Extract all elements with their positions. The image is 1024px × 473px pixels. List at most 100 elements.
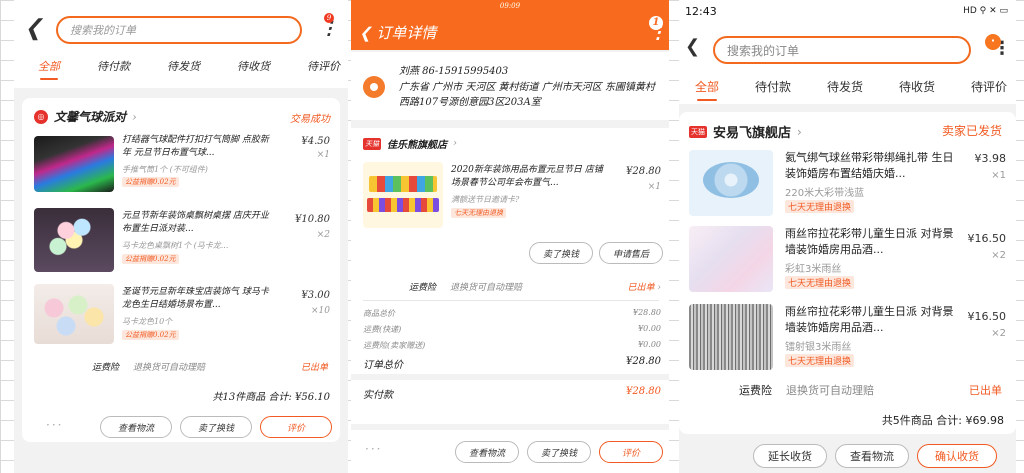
back-arrow-icon[interactable]: ❮ — [685, 38, 700, 56]
item-price: ¥3.00 — [301, 290, 330, 301]
order-tabs: 全部 待付款 待发货 待收货 待评价 — [38, 58, 340, 80]
item-quantity: ×2 — [991, 328, 1006, 339]
item-spec: 镭射银3米雨丝 — [785, 342, 852, 353]
recipient: 刘燕 86-15915995403 — [399, 66, 509, 77]
summary-row: 商品总价 ¥28.80 — [363, 308, 661, 319]
product-thumbnail — [34, 136, 114, 192]
shipping-insurance-row[interactable]: 运费险 退换货可自动理赔 — [739, 382, 874, 398]
product-thumbnail — [689, 226, 773, 292]
order-item[interactable]: 元旦节新年装饰桌飘树桌摆 店庆开业布置生日派对装... 马卡龙色桌飘树1个 (马… — [22, 208, 340, 272]
order-item[interactable]: 雨丝帘拉花彩带儿童生日派 对背景墙装饰婚房用品酒... 镭射银3米雨丝 七天无理… — [679, 304, 1016, 372]
item-price: ¥28.80 — [626, 166, 661, 177]
order-total: 共13件商品 合计: ¥56.10 — [212, 392, 330, 403]
tab-pending-shipment[interactable]: 待发货 — [827, 78, 863, 95]
more-options-icon[interactable]: ··· — [46, 418, 63, 432]
view-logistics-button[interactable]: 查看物流 — [835, 444, 909, 468]
order-item[interactable]: 打结器气球配件打扣打气筒脚 点胶新年 元旦节日布置气球... 手推气筒1个 (不… — [22, 134, 340, 194]
order-item[interactable]: 2020新年装饰用品布置元旦节日 店铺场景春节公司年会布置气... 满额送节日邀… — [351, 160, 669, 230]
after-sales-button[interactable]: 申请售后 — [599, 242, 663, 264]
item-title: 雨丝帘拉花彩带儿童生日派 对背景墙装饰婚房用品酒... — [785, 305, 954, 334]
extend-receipt-button[interactable]: 延长收货 — [753, 444, 827, 468]
top-bar: ❮ 搜索我的订单 ⋮ · 全部 待付款 待发货 待收货 待评价 — [679, 24, 1016, 104]
item-spec: 220米大彩带浅蓝 — [785, 188, 865, 199]
item-quantity: ×1 — [647, 182, 661, 192]
order-card: ◎ 文馨气球派对 › 交易成功 打结器气球配件打扣打气筒脚 点胶新年 元旦节日布… — [22, 98, 340, 442]
return-policy-tag: 七天无理由退换 — [785, 354, 855, 367]
item-price: ¥4.50 — [301, 136, 330, 147]
page-title-text: 订单详情 — [376, 24, 437, 42]
summary-row: 运费险(卖家赠送) ¥0.00 — [363, 340, 661, 351]
return-policy-tag: 七天无理由退换 — [451, 208, 506, 218]
item-quantity: ×1 — [316, 150, 330, 160]
tab-pending-payment[interactable]: 待付款 — [755, 78, 791, 95]
order-status: 交易成功 — [290, 114, 330, 125]
tab-pending-review[interactable]: 待评价 — [971, 78, 1007, 95]
order-item[interactable]: 氦气绑气球丝带彩带绑绳扎带 生日装饰婚房布置结婚庆婚... 220米大彩带浅蓝 … — [679, 148, 1016, 216]
tab-pending-shipment[interactable]: 待发货 — [167, 58, 200, 74]
store-row[interactable]: ◎ 文馨气球派对 › — [34, 108, 137, 125]
charity-tag: 公益捐赠0.02元 — [122, 177, 179, 187]
ribbon-spool-graphic — [703, 162, 759, 198]
insurance-text: 退换货可自动理赔 — [786, 384, 874, 397]
status-bar: 12:43 HD ⚲ ✕ ▭ — [679, 0, 1016, 24]
notification-badge: 1 — [649, 16, 663, 30]
item-spec: 马卡龙色10个 — [122, 317, 173, 326]
order-status: 卖家已发货 — [941, 124, 1002, 138]
location-pin-icon — [363, 76, 385, 98]
banner-graphic — [369, 176, 437, 192]
tab-pending-review[interactable]: 待评价 — [307, 58, 340, 74]
summary-value: ¥28.80 — [633, 308, 661, 317]
view-logistics-button[interactable]: 查看物流 — [100, 416, 172, 438]
view-logistics-button[interactable]: 查看物流 — [455, 441, 519, 463]
tab-pending-payment[interactable]: 待付款 — [97, 58, 130, 74]
item-title: 2020新年装饰用品布置元旦节日 店铺场景春节公司年会布置气... — [451, 165, 603, 189]
tab-all[interactable]: 全部 — [695, 78, 719, 101]
item-title: 打结器气球配件打扣打气筒脚 点胶新年 元旦节日布置气球... — [122, 135, 269, 159]
tab-all[interactable]: 全部 — [38, 58, 60, 80]
order-total-value: ¥28.80 — [626, 356, 661, 367]
tab-pending-receipt[interactable]: 待收货 — [237, 58, 270, 74]
back-arrow-icon[interactable]: ❮ — [24, 18, 42, 40]
order-total: 共5件商品 合计: ¥69.98 — [881, 414, 1004, 427]
more-options-icon[interactable]: ··· — [365, 442, 382, 456]
order-card: 天猫 安易飞旗舰店 › 卖家已发货 氦气绑气球丝带彩带绑绳扎带 生日装饰婚房布置… — [679, 112, 1016, 434]
confirm-receipt-button[interactable]: 确认收货 — [917, 444, 997, 468]
summary-label: 运费(快递) — [363, 325, 402, 334]
item-title: 圣诞节元旦新年珠宝店装饰气 球马卡龙色生日结婚场景布置... — [122, 287, 269, 311]
tmall-logo-icon: 天猫 — [689, 125, 707, 138]
return-policy-tag: 七天无理由退换 — [785, 276, 855, 289]
order-item[interactable]: 雨丝帘拉花彩带儿童生日派 对背景墙装饰婚房用品酒... 彩虹3米雨丝 七天无理由… — [679, 226, 1016, 294]
order-list-screenshot-2: 12:43 HD ⚲ ✕ ▭ ❮ 搜索我的订单 ⋮ · 全部 待付款 待发货 待… — [679, 0, 1016, 473]
summary-label: 商品总价 — [363, 309, 395, 318]
shipping-insurance-row[interactable]: 运费险 退换货可自动理赔 — [92, 360, 205, 373]
store-row[interactable]: 天猫 佳乐熊旗舰店 › — [363, 136, 457, 151]
insurance-status: 已出单 › — [627, 283, 661, 293]
back-arrow-icon[interactable]: ❮ — [359, 24, 372, 42]
order-item[interactable]: 圣诞节元旦新年珠宝店装饰气 球马卡龙色生日结婚场景布置... 马卡龙色10个 公… — [22, 284, 340, 346]
item-price: ¥16.50 — [967, 232, 1007, 245]
store-row[interactable]: 天猫 安易飞旗舰店 › — [689, 122, 802, 141]
item-title: 元旦节新年装饰桌飘树桌摆 店庆开业布置生日派对装... — [122, 211, 269, 235]
review-button[interactable]: 评价 — [260, 416, 332, 438]
resell-button[interactable]: 卖了换钱 — [527, 441, 591, 463]
system-icons: HD ⚲ ✕ ▭ — [963, 6, 1008, 16]
product-thumbnail — [34, 284, 114, 344]
product-thumbnail — [363, 162, 443, 228]
review-button[interactable]: 评价 — [599, 441, 663, 463]
return-policy-tag: 七天无理由退换 — [785, 200, 855, 213]
search-input[interactable]: 搜索我的订单 — [713, 36, 971, 64]
item-spec: 满额送节日邀请卡? — [451, 195, 520, 204]
insurance-status: 已出单 — [300, 363, 328, 373]
insurance-text: 退换货可自动理赔 — [133, 363, 206, 373]
resell-button[interactable]: 卖了换钱 — [180, 416, 252, 438]
search-input[interactable]: 搜索我的订单 — [56, 16, 302, 44]
chevron-right-icon: › — [453, 138, 457, 149]
shipping-insurance-row[interactable]: 运费险 退换货可自动理赔 — [409, 280, 522, 293]
resell-button[interactable]: 卖了换钱 — [529, 242, 593, 264]
address-card[interactable]: 刘燕 86-15915995403 广东省 广州市 天河区 黄村街道 广州市天河… — [351, 52, 669, 120]
summary-value: ¥0.00 — [638, 340, 661, 349]
section-gap — [351, 374, 669, 380]
tab-pending-receipt[interactable]: 待收货 — [899, 78, 935, 95]
item-quantity: ×10 — [311, 306, 330, 316]
order-tabs: 全部 待付款 待发货 待收货 待评价 — [695, 78, 1007, 101]
